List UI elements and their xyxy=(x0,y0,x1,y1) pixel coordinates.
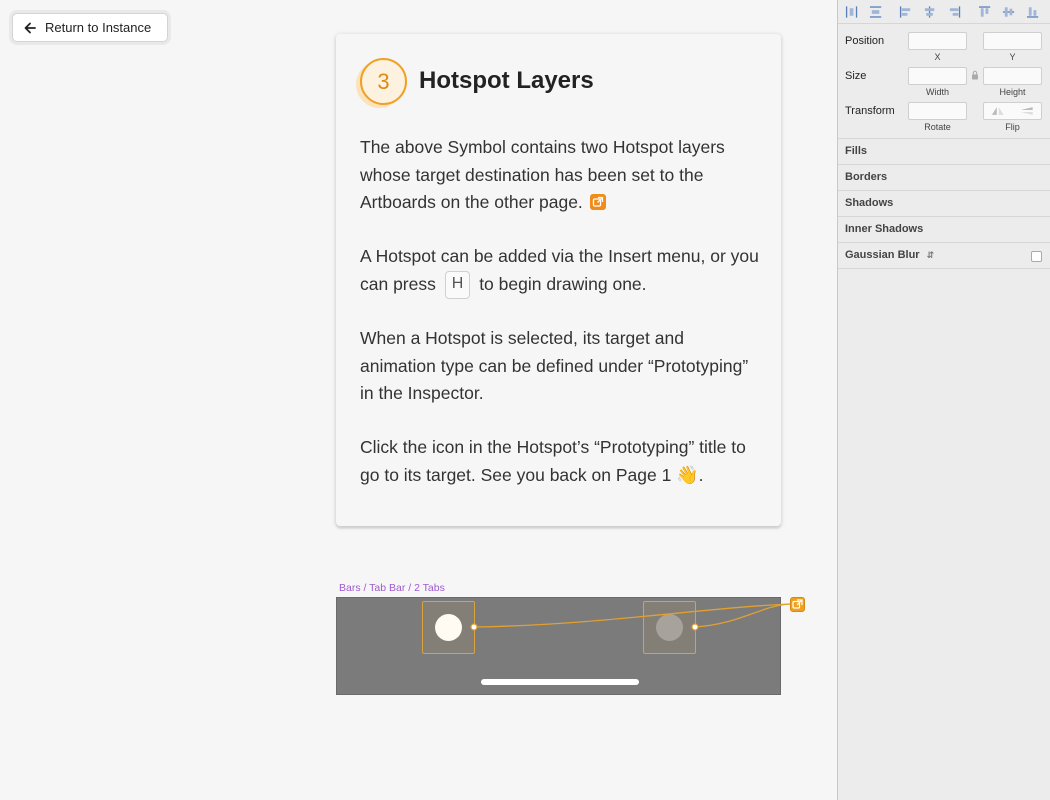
tab-2-icon xyxy=(656,614,683,641)
distribute-horizontal-icon[interactable] xyxy=(845,5,858,19)
flip-label: Flip xyxy=(1005,122,1020,132)
align-left-icon[interactable] xyxy=(899,5,912,19)
paragraph-4: Click the icon in the Hotspot’s “Prototy… xyxy=(360,434,760,489)
align-bottom-icon[interactable] xyxy=(1026,5,1039,19)
width-input[interactable] xyxy=(908,67,967,85)
align-vertical-center-icon[interactable] xyxy=(1002,5,1015,19)
transform-label: Transform xyxy=(845,105,895,117)
external-link-icon[interactable] xyxy=(589,194,606,210)
rotate-label: Rotate xyxy=(924,122,951,132)
align-horizontal-center-icon[interactable] xyxy=(923,5,936,19)
align-right-icon[interactable] xyxy=(948,5,961,19)
section-shadows[interactable]: Shadows xyxy=(838,190,1050,216)
width-label: Width xyxy=(925,87,949,97)
section-inner-shadows[interactable]: Inner Shadows xyxy=(838,216,1050,242)
paragraph-2-text-after: to begin drawing one. xyxy=(479,273,647,294)
return-to-instance-button[interactable]: Return to Instance xyxy=(12,13,168,42)
gaussian-blur-checkbox[interactable] xyxy=(1031,251,1042,262)
flip-control[interactable] xyxy=(983,102,1042,120)
distribute-vertical-icon[interactable] xyxy=(869,5,882,19)
align-top-icon[interactable] xyxy=(978,5,991,19)
alignment-toolbar xyxy=(838,0,1050,24)
transform-row: Transform Rotate Flip xyxy=(838,102,1050,132)
position-x-input[interactable] xyxy=(908,32,967,50)
instruction-card: 3 Hotspot Layers The above Symbol contai… xyxy=(336,34,781,526)
x-label: X xyxy=(934,52,941,62)
paragraph-3: When a Hotspot is selected, its target a… xyxy=(360,328,749,403)
y-label: Y xyxy=(1009,52,1016,62)
keyboard-key-h: H xyxy=(444,270,471,299)
flip-vertical-icon[interactable] xyxy=(1013,103,1042,119)
inspector-panel: Position X Y Size Width Height Transform… xyxy=(837,0,1050,800)
return-button-label: Return to Instance xyxy=(45,20,152,35)
chevron-up-down-icon[interactable]: ⇵ xyxy=(927,243,935,268)
position-row: Position X Y xyxy=(838,32,1050,62)
size-label: Size xyxy=(845,70,867,82)
paragraph-2: A Hotspot can be added via the Insert me… xyxy=(360,243,760,299)
tab-bar-artboard[interactable] xyxy=(336,597,781,695)
position-label: Position xyxy=(845,35,885,47)
home-indicator xyxy=(481,679,639,685)
prototype-target-icon[interactable] xyxy=(790,597,805,612)
height-input[interactable] xyxy=(983,67,1042,85)
arrow-left-icon xyxy=(24,22,36,33)
step-number-badge: 3 xyxy=(360,58,407,105)
flip-horizontal-icon[interactable] xyxy=(984,103,1013,119)
waving-hand-emoji: 👋 xyxy=(676,464,699,485)
card-title: Hotspot Layers xyxy=(419,67,594,94)
artboard-label[interactable]: Bars / Tab Bar / 2 Tabs xyxy=(339,582,445,594)
position-y-input[interactable] xyxy=(983,32,1042,50)
paragraph-1: The above Symbol contains two Hotspot la… xyxy=(360,134,760,217)
section-fills[interactable]: Fills xyxy=(838,138,1050,164)
hotspot-tab-1[interactable] xyxy=(422,601,475,654)
height-label: Height xyxy=(999,87,1026,97)
section-gaussian-blur[interactable]: Gaussian Blur ⇵ xyxy=(838,242,1050,268)
lock-icon[interactable] xyxy=(971,70,979,80)
rotate-input[interactable] xyxy=(908,102,967,120)
paragraph-1-text: The above Symbol contains two Hotspot la… xyxy=(360,137,725,212)
canvas[interactable]: Return to Instance 3 Hotspot Layers The … xyxy=(0,0,837,800)
tab-1-icon xyxy=(435,614,462,641)
gaussian-blur-label: Gaussian Blur xyxy=(845,249,920,261)
section-borders[interactable]: Borders xyxy=(838,164,1050,190)
hotspot-tab-2[interactable] xyxy=(643,601,696,654)
size-row: Size Width Height xyxy=(838,67,1050,97)
paragraph-4-end: . xyxy=(698,464,704,485)
section-divider xyxy=(838,268,1050,269)
